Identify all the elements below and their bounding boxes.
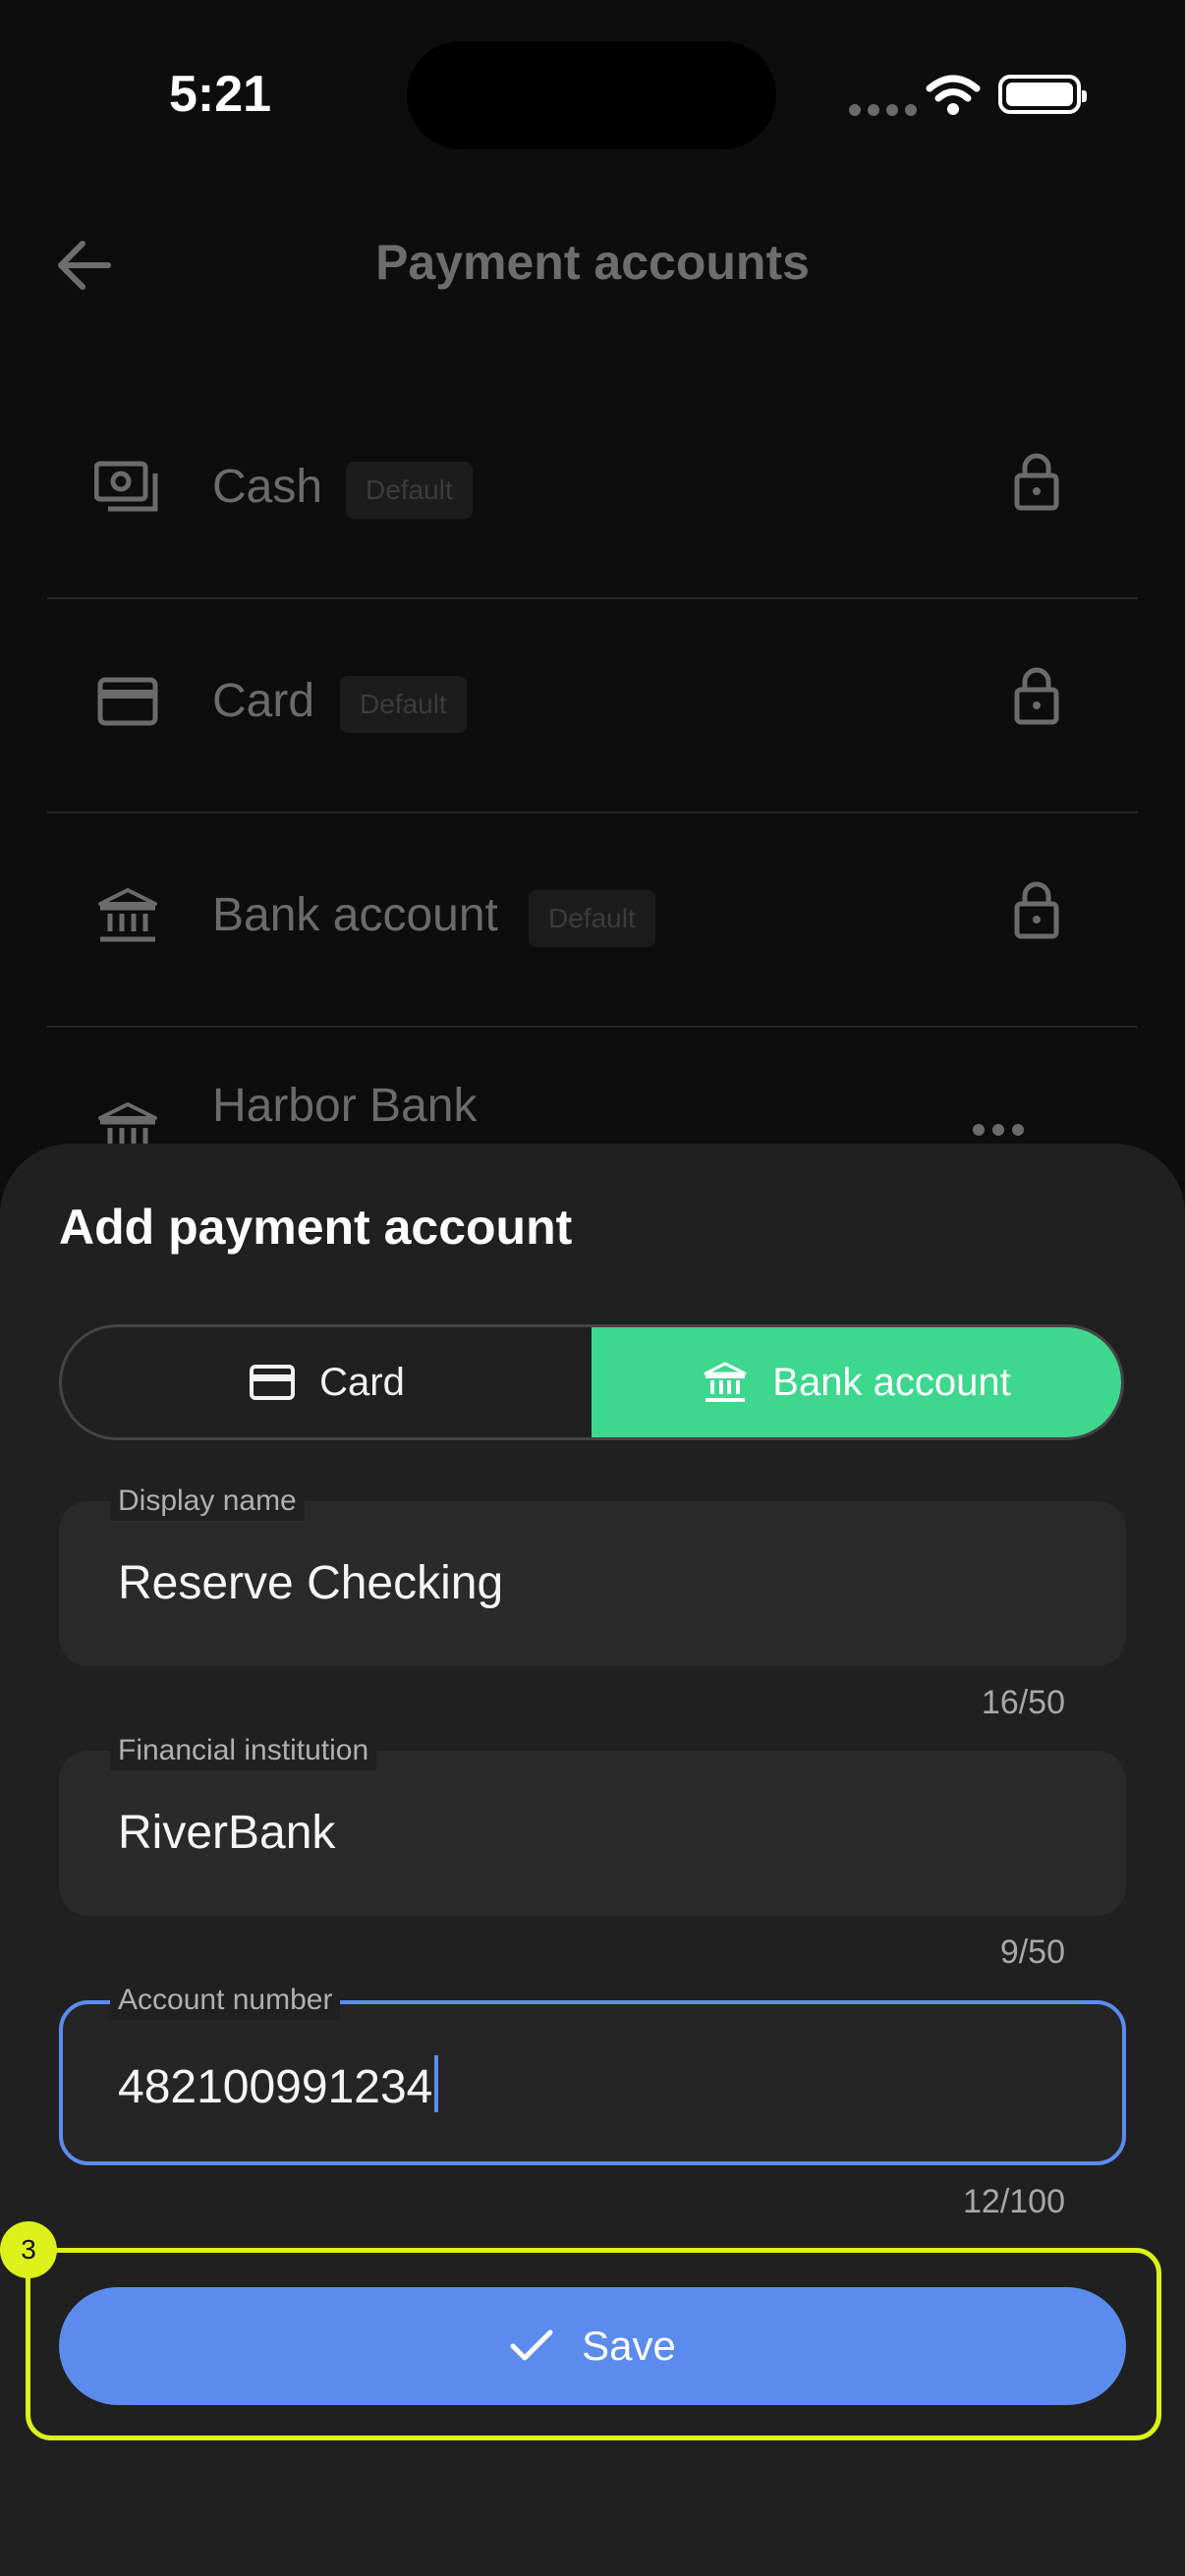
card-icon xyxy=(97,677,158,726)
account-label: Harbor Bank xyxy=(212,1080,478,1132)
battery-icon xyxy=(998,75,1087,114)
account-label: Card xyxy=(212,675,315,727)
account-number-counter: 12/100 xyxy=(963,2183,1065,2220)
cash-icon xyxy=(94,461,158,512)
account-row-cash[interactable]: Cash Default xyxy=(47,383,1138,599)
lock-icon xyxy=(1014,881,1059,939)
wifi-icon xyxy=(926,75,981,115)
display-name-label: Display name xyxy=(110,1482,305,1521)
account-label: Bank account xyxy=(212,889,498,941)
account-number-field[interactable]: Account number 482100991234 xyxy=(59,1981,1126,2165)
bank-icon xyxy=(704,1362,747,1402)
financial-institution-label: Financial institution xyxy=(110,1731,377,1770)
account-number-value: 482100991234 xyxy=(118,2061,433,2113)
account-label: Cash xyxy=(212,461,323,513)
default-badge: Default xyxy=(529,890,655,947)
save-label: Save xyxy=(582,2323,676,2369)
display-name-counter: 16/50 xyxy=(981,1684,1065,1721)
account-row-bank-account[interactable]: Bank account Default xyxy=(47,812,1138,1028)
tab-card-label: Card xyxy=(319,1360,405,1404)
lock-icon xyxy=(1014,453,1059,511)
display-name-value: Reserve Checking xyxy=(118,1557,504,1609)
tab-bank-account[interactable]: Bank account xyxy=(592,1327,1121,1437)
account-type-toggle: Card Bank account xyxy=(59,1324,1124,1440)
tab-card[interactable]: Card xyxy=(62,1327,592,1437)
financial-institution-field[interactable]: Financial institution RiverBank xyxy=(59,1731,1126,1916)
financial-institution-value: RiverBank xyxy=(118,1807,336,1859)
text-cursor xyxy=(434,2055,439,2112)
lock-icon xyxy=(1014,667,1059,725)
checkmark-icon xyxy=(510,2329,553,2361)
bank-icon xyxy=(98,888,157,942)
status-time: 5:21 xyxy=(169,66,272,123)
signal-icon xyxy=(849,104,917,116)
account-row-card[interactable]: Card Default xyxy=(47,597,1138,813)
tab-bank-account-label: Bank account xyxy=(772,1360,1011,1404)
account-number-label: Account number xyxy=(110,1981,341,2020)
sheet-title: Add payment account xyxy=(59,1200,573,1255)
highlight-badge: 3 xyxy=(0,2221,57,2278)
financial-institution-counter: 9/50 xyxy=(999,1933,1065,1971)
page-title: Payment accounts xyxy=(375,235,810,290)
display-name-field[interactable]: Display name Reserve Checking xyxy=(59,1482,1126,1666)
screen: 5:21 Payment accounts Cash Default Card xyxy=(0,0,1185,2576)
card-icon xyxy=(250,1365,296,1400)
save-button[interactable]: Save xyxy=(59,2287,1126,2405)
default-badge: Default xyxy=(346,462,473,519)
default-badge: Default xyxy=(340,676,467,733)
dynamic-island xyxy=(407,41,776,149)
more-icon[interactable] xyxy=(971,1122,1026,1138)
account-number-input[interactable]: 482100991234 xyxy=(118,2055,439,2114)
